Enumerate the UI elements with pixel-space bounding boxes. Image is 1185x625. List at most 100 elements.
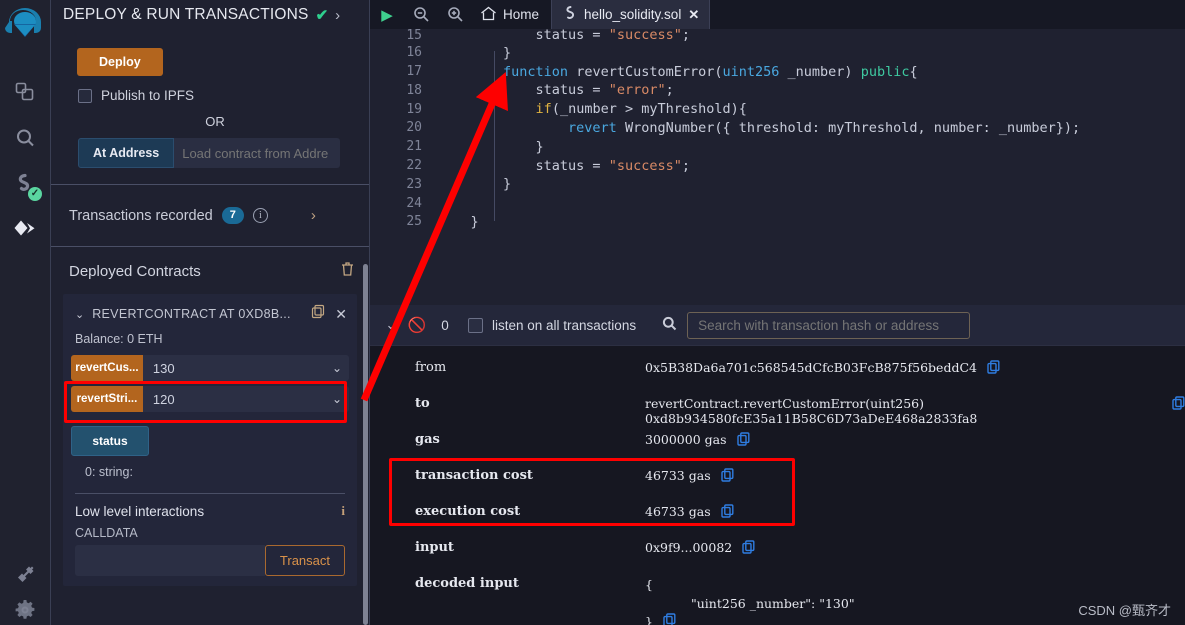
copy-icon[interactable] [1172, 396, 1185, 414]
calldata-input[interactable] [75, 545, 265, 576]
remix-ide-window: ✓ DEPLOY & RUN TRANSACTIONS ✔ › Deploy P… [0, 0, 1185, 625]
info-icon[interactable]: i [252, 208, 268, 223]
check-icon: ✔ [315, 7, 329, 24]
remix-logo[interactable] [3, 4, 47, 53]
chevron-down-icon[interactable]: ⌄ [325, 386, 349, 412]
code-text: status = "error"; [438, 82, 674, 99]
transaction-row-key: input [415, 540, 454, 556]
run-script-icon[interactable]: ▶ [370, 0, 404, 29]
line-number: 20 [406, 120, 422, 136]
code-text: } [438, 176, 512, 193]
contract-balance-label: Balance: 0 ETH [75, 332, 163, 346]
transaction-row: gas 3000000 gas [370, 432, 1185, 468]
zoom-out-icon[interactable] [404, 0, 438, 29]
copy-icon[interactable] [987, 360, 1000, 378]
panel-header: DEPLOY & RUN TRANSACTIONS ✔ › [51, 0, 369, 30]
file-explorer-icon[interactable] [5, 69, 45, 115]
function-input-revert-custom-error[interactable] [142, 355, 326, 381]
line-number: 22 [406, 158, 422, 174]
low-level-interactions-header: Low level interactions i [71, 494, 349, 519]
code-line: 24 [370, 194, 1185, 213]
code-text: if(_number > myThreshold){ [535, 101, 747, 118]
deployed-contracts-label: Deployed Contracts [69, 263, 201, 280]
transactions-recorded-row[interactable]: Transactions recorded 7 i › [51, 185, 369, 246]
decoded-input-entry: "uint256 _number": "130" [691, 595, 855, 611]
trash-icon[interactable] [340, 261, 355, 282]
chevron-right-icon[interactable]: › [311, 207, 316, 224]
low-level-interactions-label: Low level interactions [75, 503, 205, 519]
chevron-down-icon[interactable]: ⌄ [75, 308, 84, 321]
getter-button-status[interactable]: status [71, 426, 149, 456]
line-number: 21 [406, 139, 422, 155]
function-button-revert-custom-error[interactable]: revertCus... [71, 355, 143, 381]
decoded-input-close: } [645, 613, 855, 625]
transaction-row-key: gas [415, 432, 440, 448]
line-number: 17 [406, 64, 422, 80]
code-line: 15 status = "success"; [370, 29, 1185, 43]
code-line: 17 function revertCustomError(uint256 _n… [370, 62, 1185, 81]
transaction-row-key: transaction cost [415, 468, 533, 484]
publish-ipfs-row[interactable]: Publish to IPFS [78, 88, 355, 103]
close-icon[interactable]: ✕ [688, 7, 699, 23]
code-text: status = "success"; [438, 29, 690, 44]
plugin-icon[interactable] [5, 549, 45, 595]
decoded-input-row: decoded input {"uint256 _number": "130"} [370, 576, 1185, 625]
clear-console-icon[interactable]: 🚫 [404, 316, 430, 334]
function-input-revert-string[interactable] [142, 386, 326, 412]
code-line: 16 } [370, 43, 1185, 62]
close-icon[interactable]: ✕ [333, 306, 347, 323]
search-icon[interactable] [662, 316, 677, 334]
code-lines: 15 status = "success"; 16 } 17 function re… [370, 29, 1185, 231]
info-icon[interactable]: i [341, 503, 345, 519]
search-input[interactable] [687, 311, 971, 339]
zoom-in-icon[interactable] [438, 0, 472, 29]
code-line: 21 } [370, 137, 1185, 156]
or-separator-label: OR [205, 114, 225, 129]
function-button-revert-string[interactable]: revertStri... [71, 386, 143, 412]
deploy-button[interactable]: Deploy [77, 48, 163, 76]
code-editor[interactable]: 15 status = "success"; 16 } 17 function re… [370, 29, 1185, 306]
transaction-row-value: 46733 gas [645, 504, 734, 522]
tab-home[interactable]: Home [472, 0, 551, 29]
copy-icon[interactable] [720, 504, 734, 522]
code-line: 23 } [370, 175, 1185, 194]
deploy-run-icon[interactable] [5, 207, 45, 253]
transaction-row: transaction cost 46733 gas [370, 468, 1185, 504]
settings-gear-icon[interactable] [5, 595, 45, 625]
copy-icon[interactable] [311, 304, 325, 324]
line-number: 24 [406, 195, 422, 211]
copy-icon[interactable] [663, 613, 676, 625]
decoded-input-open: { [645, 577, 653, 593]
at-address-input[interactable] [174, 138, 341, 168]
chevron-right-icon[interactable]: › [335, 7, 340, 24]
copy-icon[interactable] [736, 432, 750, 450]
copy-icon[interactable] [742, 540, 755, 558]
decoded-input-value: { "uint256 _number": "130"} [645, 576, 855, 625]
transaction-row-key: to [415, 396, 430, 412]
transact-button[interactable]: Transact [264, 545, 345, 576]
chevron-down-icon[interactable]: ⌄ [378, 317, 404, 333]
copy-icon[interactable] [720, 468, 734, 486]
code-text: status = "success"; [438, 157, 690, 174]
solidity-file-icon [564, 6, 577, 23]
terminal-panel: ⌄ 🚫 0 listen on all transactions from 0x5… [370, 305, 1185, 625]
tab-hello-solidity-sol[interactable]: hello_solidity.sol ✕ [551, 0, 711, 30]
listen-all-transactions-checkbox[interactable] [468, 317, 483, 333]
contract-header-row[interactable]: ⌄ REVERTCONTRACT AT 0XD8B... ✕ [71, 302, 349, 332]
search-icon[interactable] [5, 115, 45, 161]
indent-guide [494, 51, 495, 222]
getter-return-value: 0: string: [85, 465, 133, 479]
code-text: } [438, 44, 512, 61]
transaction-row: to revertContract.revertCustomError(uint2… [370, 396, 1185, 432]
code-line: 18 status = "error"; [370, 81, 1185, 100]
tab-file-label: hello_solidity.sol [584, 7, 682, 23]
solidity-compiler-icon[interactable]: ✓ [5, 161, 45, 207]
publish-ipfs-checkbox[interactable] [78, 88, 92, 103]
transaction-row: execution cost 46733 gas [370, 504, 1185, 540]
code-text: revert WrongNumber({ threshold: myThresh… [568, 119, 1081, 136]
line-number: 15 [406, 29, 422, 44]
panel-scrollbar[interactable] [363, 264, 368, 625]
at-address-button[interactable]: At Address [78, 138, 175, 168]
transaction-row-key: execution cost [415, 504, 521, 520]
chevron-down-icon[interactable]: ⌄ [325, 355, 349, 381]
